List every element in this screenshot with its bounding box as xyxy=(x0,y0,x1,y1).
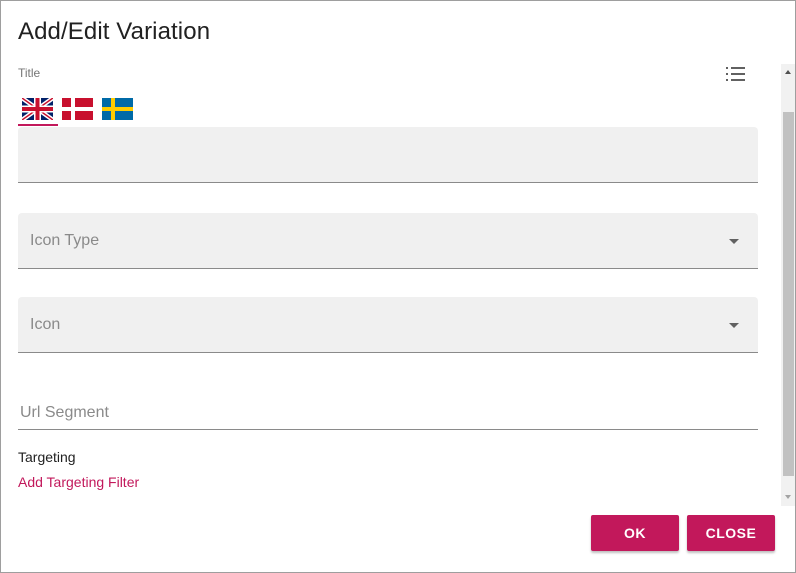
title-label: Title xyxy=(18,66,41,80)
icon-type-label: Icon Type xyxy=(30,232,100,249)
denmark-flag-icon xyxy=(62,98,93,120)
url-segment-input[interactable] xyxy=(18,401,752,425)
chevron-down-icon xyxy=(729,239,739,244)
targeting-label: Targeting xyxy=(18,449,76,465)
language-tab-sv[interactable] xyxy=(98,96,138,128)
dialog-content: Title Icon Type Icon Url Segment Targeti… xyxy=(1,61,781,506)
close-button[interactable]: CLOSE xyxy=(687,515,775,551)
title-input[interactable] xyxy=(30,143,744,169)
icon-type-select[interactable]: Icon Type xyxy=(18,213,758,269)
content-scrollbar[interactable] xyxy=(781,64,795,506)
title-field[interactable] xyxy=(18,127,758,183)
scroll-down-arrow[interactable] xyxy=(781,489,795,506)
uk-flag-icon xyxy=(22,98,53,120)
scroll-up-arrow[interactable] xyxy=(781,64,795,81)
scroll-thumb[interactable] xyxy=(783,112,794,476)
ok-button[interactable]: OK xyxy=(591,515,679,551)
language-tab-da[interactable] xyxy=(58,96,98,128)
list-icon[interactable] xyxy=(725,65,747,83)
icon-label: Icon xyxy=(30,316,61,333)
add-edit-variation-dialog: Add/Edit Variation Title Icon Type Icon … xyxy=(0,0,796,573)
url-segment-field[interactable] xyxy=(18,391,758,430)
chevron-down-icon xyxy=(729,323,739,328)
icon-select[interactable]: Icon xyxy=(18,297,758,353)
dialog-title: Add/Edit Variation xyxy=(18,18,211,45)
add-targeting-filter-link[interactable]: Add Targeting Filter xyxy=(18,474,139,490)
language-tab-en[interactable] xyxy=(18,96,58,128)
sweden-flag-icon xyxy=(102,98,133,120)
